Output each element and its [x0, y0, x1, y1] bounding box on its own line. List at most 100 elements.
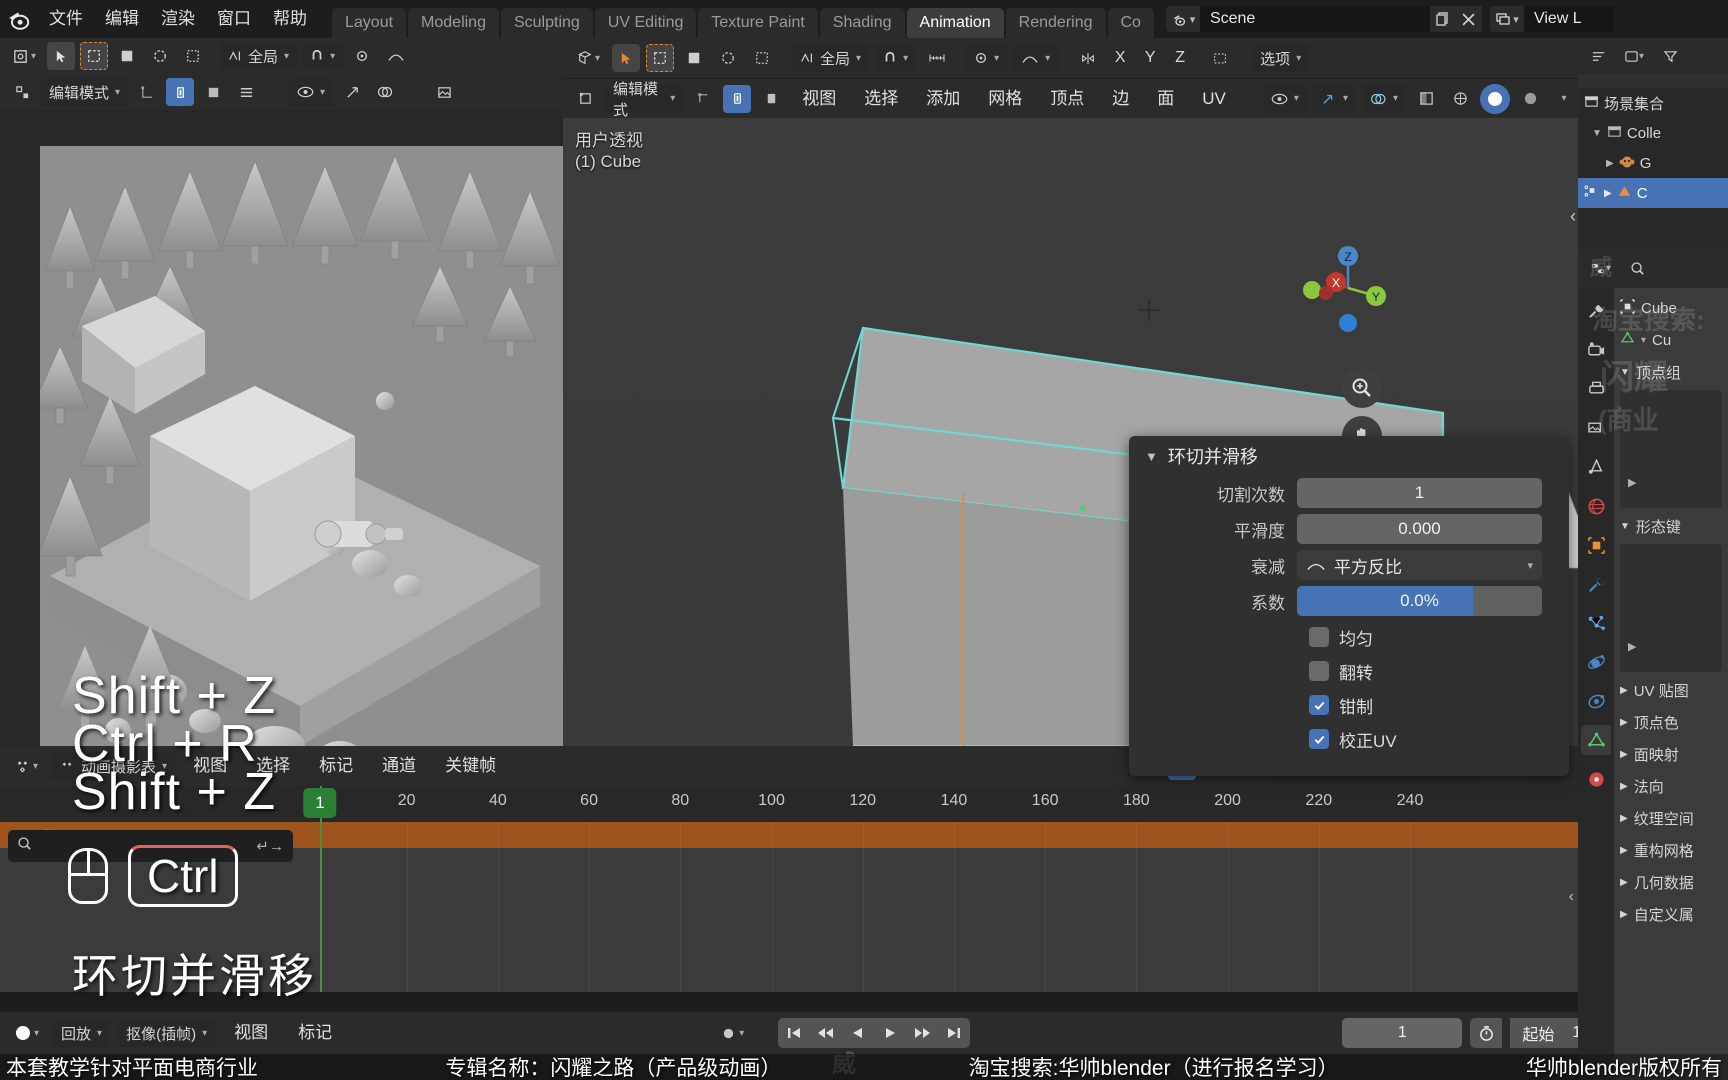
play-reverse-icon[interactable]: [842, 1018, 875, 1048]
falloff-dropdown[interactable]: ▾: [1013, 44, 1059, 72]
xray-icon[interactable]: [1412, 84, 1440, 113]
dope-sheet-ruler[interactable]: 120406080100120140160180200220240: [0, 786, 1578, 822]
shading-wireframe-icon[interactable]: [1446, 84, 1474, 113]
outliner-filter-icon[interactable]: [1656, 42, 1685, 70]
visibility-eye-icon[interactable]: ▾: [289, 78, 334, 106]
snap-dropdown[interactable]: ▾: [875, 44, 917, 72]
properties-section-remesh[interactable]: ▶ 重构网格: [1614, 834, 1728, 866]
viewlayer-tab[interactable]: [1581, 413, 1611, 443]
properties-section-vertex-groups[interactable]: ▼ 顶点组: [1614, 356, 1728, 388]
timeline-menu-view[interactable]: 视图: [223, 1012, 279, 1054]
data-tab[interactable]: [1581, 725, 1611, 755]
shading-material-icon[interactable]: [1516, 84, 1544, 113]
snap-dropdown[interactable]: ▾: [302, 42, 344, 70]
triangle-right-icon[interactable]: ▶: [1620, 749, 1628, 760]
channel-region-collapse-arrow[interactable]: ‹: [1569, 888, 1574, 906]
mode-icon[interactable]: [571, 84, 599, 113]
even-checkbox[interactable]: [1309, 627, 1329, 647]
tool-tab[interactable]: [1581, 296, 1611, 326]
operator-checkbox-flipped[interactable]: 翻转: [1129, 654, 1569, 688]
mirror-axis-y[interactable]: Y: [1138, 44, 1163, 72]
proportional-edit-icon[interactable]: [348, 42, 377, 70]
shading-dropdown-icon[interactable]: ▾: [1550, 84, 1578, 113]
prev-keyframe-icon[interactable]: [810, 1018, 843, 1048]
editor-type-icon[interactable]: ▾: [6, 42, 43, 70]
mirror-x-icon[interactable]: [1074, 44, 1103, 72]
workspace-tab-animation[interactable]: Animation: [906, 8, 1004, 38]
mirror-topology-icon[interactable]: [1206, 44, 1235, 72]
proportional-falloff-icon[interactable]: [381, 42, 412, 70]
blender-logo-icon[interactable]: [0, 0, 38, 38]
jump-start-icon[interactable]: [778, 1018, 811, 1048]
properties-breadcrumb-data[interactable]: ▾ Cu: [1614, 324, 1728, 356]
mirror-axis-z[interactable]: Z: [1168, 44, 1193, 72]
triangle-down-icon[interactable]: ▼: [1145, 449, 1158, 464]
menu-render[interactable]: 渲染: [150, 0, 206, 38]
dopesheet-menu-view[interactable]: 视图: [182, 746, 238, 786]
triangle-right-icon[interactable]: ▶: [1620, 877, 1628, 888]
dopesheet-menu-channel[interactable]: 通道: [371, 746, 427, 786]
gizmo-dropdown[interactable]: ▾: [1312, 84, 1356, 113]
properties-section-face-maps[interactable]: ▶ 面映射: [1614, 738, 1728, 770]
properties-breadcrumb-object[interactable]: Cube: [1614, 292, 1728, 324]
select-box-filled-icon[interactable]: [680, 44, 709, 72]
stopwatch-icon[interactable]: [1470, 1018, 1503, 1048]
select-lasso-icon[interactable]: [146, 42, 175, 70]
triangle-right-icon[interactable]: ▶: [1620, 845, 1628, 856]
next-keyframe-icon[interactable]: [906, 1018, 939, 1048]
list-icon[interactable]: [232, 78, 261, 106]
triangle-right-icon[interactable]: ▶: [1620, 813, 1628, 824]
workspace-tab-modeling[interactable]: Modeling: [408, 8, 499, 38]
shading-solid-icon[interactable]: [1480, 83, 1510, 114]
face-select-icon[interactable]: [757, 84, 786, 113]
viewport-menu-vertex[interactable]: 顶点: [1039, 79, 1095, 119]
factor-slider[interactable]: 0.0%: [1297, 586, 1542, 616]
shape-keys-list[interactable]: ▶: [1620, 544, 1722, 672]
edit-mode-dropdown[interactable]: 编辑模式 ▾: [41, 78, 129, 106]
select-box-icon[interactable]: [646, 44, 675, 72]
outliner-display-mode-icon[interactable]: ▾: [1618, 42, 1651, 70]
triangle-down-icon[interactable]: ▼: [1620, 367, 1630, 378]
modifier-tab[interactable]: [1581, 569, 1611, 599]
clamp-checkbox[interactable]: [1309, 695, 1329, 715]
smoothness-field[interactable]: 0.000: [1297, 514, 1542, 544]
navigation-gizmo[interactable]: Z Y X: [1298, 238, 1398, 338]
object-tab[interactable]: [1581, 530, 1611, 560]
outliner-row-monkey[interactable]: ▶ G: [1578, 148, 1728, 178]
editor-type-icon[interactable]: ▾: [571, 44, 607, 72]
transform-orientation-dropdown[interactable]: 全局 ▾: [220, 42, 298, 70]
triangle-right-icon[interactable]: ▶: [1606, 158, 1614, 169]
properties-section-vertex-colors[interactable]: ▶ 顶点色: [1614, 706, 1728, 738]
falloff-dropdown[interactable]: 平方反比 ▾: [1297, 550, 1542, 580]
properties-section-uv-maps[interactable]: ▶ UV 贴图: [1614, 674, 1728, 706]
face-select-icon[interactable]: [199, 78, 228, 106]
operator-checkbox-correct-uv[interactable]: 校正UV: [1129, 722, 1569, 756]
scene-tab[interactable]: [1581, 452, 1611, 482]
outliner-editor-icon[interactable]: [1584, 42, 1612, 70]
triangle-right-icon[interactable]: ▶: [1620, 685, 1628, 696]
viewport-menu-uv[interactable]: UV: [1191, 79, 1237, 119]
particles-tab[interactable]: [1581, 608, 1611, 638]
pivot-icon[interactable]: [338, 78, 367, 106]
select-lasso-icon[interactable]: [748, 44, 777, 72]
workspace-tab-texture-paint[interactable]: Texture Paint: [698, 8, 818, 38]
render-tab[interactable]: [1581, 335, 1611, 365]
record-icon[interactable]: ▾: [715, 1019, 751, 1047]
operator-checkbox-even[interactable]: 均匀: [1129, 620, 1569, 654]
triangle-right-icon[interactable]: ▶: [1628, 476, 1636, 489]
triangle-right-icon[interactable]: ▶: [1628, 640, 1636, 653]
properties-section-shape-keys[interactable]: ▼ 形态键: [1614, 510, 1728, 542]
playhead-frame-badge[interactable]: 1: [303, 788, 337, 818]
close-scene-button[interactable]: [1455, 6, 1482, 32]
properties-section-texture-space[interactable]: ▶ 纹理空间: [1614, 802, 1728, 834]
select-tool-cursor-icon[interactable]: [47, 42, 76, 70]
operator-checkbox-clamp[interactable]: 钳制: [1129, 688, 1569, 722]
properties-editor-icon[interactable]: ▾: [1584, 254, 1618, 282]
image-icon[interactable]: [430, 78, 459, 106]
workspace-tab-compositing[interactable]: Co: [1107, 8, 1154, 38]
menu-help[interactable]: 帮助: [262, 0, 318, 38]
workspace-tab-uv-editing[interactable]: UV Editing: [594, 8, 697, 38]
workspace-tab-sculpting[interactable]: Sculpting: [500, 8, 593, 38]
workspace-tab-rendering[interactable]: Rendering: [1005, 8, 1106, 38]
workspace-tab-layout[interactable]: Layout: [332, 8, 407, 38]
